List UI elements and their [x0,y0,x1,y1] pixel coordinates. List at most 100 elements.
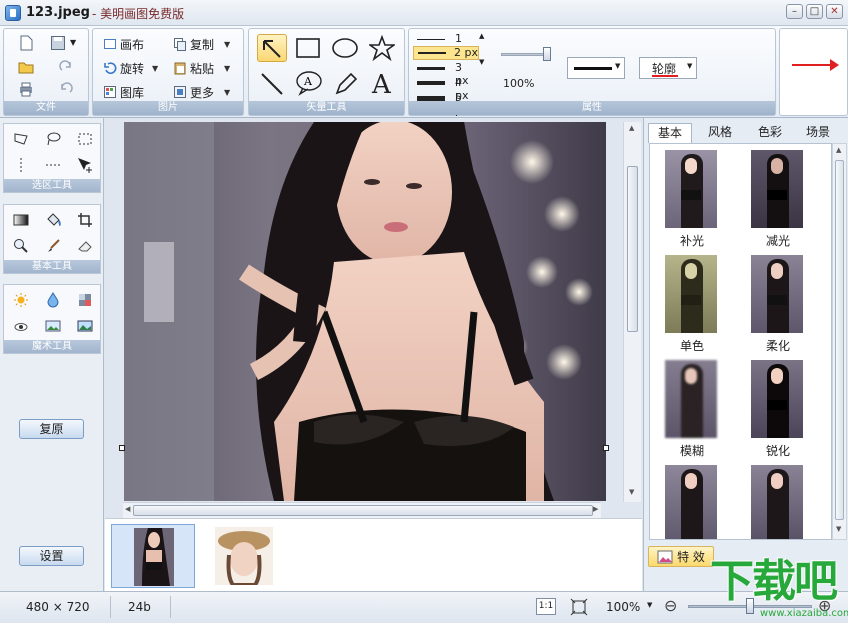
text-tool-icon[interactable]: A [370,69,396,97]
line-width-option-3[interactable]: 3 px [417,61,477,87]
mosaic-tool[interactable] [74,289,96,311]
effect-label: 减光 [765,234,790,248]
effect-extra-1[interactable] [650,461,734,539]
special-effects-button[interactable]: 特 效 [648,546,714,567]
restore-button[interactable]: 复原 [19,419,84,439]
fit-window-icon[interactable] [570,598,588,616]
vertical-select-tool[interactable] [10,154,32,176]
effect-fill-light[interactable]: 补光 [650,146,734,250]
window-file-name: 123.jpeg [26,5,90,20]
more-button[interactable]: 更多 ▼ [173,82,230,102]
frame-tool[interactable] [74,315,96,337]
tab-scene[interactable]: 场景 [796,123,840,143]
resize-handle-left[interactable] [119,445,125,451]
scroll-down-icon[interactable]: ▼ [629,488,634,496]
more-dropdown-icon[interactable]: ▼ [224,88,230,97]
actual-size-button[interactable]: 1:1 [536,598,556,615]
minimize-button[interactable]: – [786,4,803,19]
opacity-slider-thumb[interactable] [543,47,551,61]
scroll-up-icon[interactable]: ▲ [629,124,634,132]
close-button[interactable]: ✕ [826,4,843,19]
saturation-tool[interactable] [42,289,64,311]
line-width-scroll-down-icon[interactable]: ▼ [479,58,484,66]
pencil-tool-icon[interactable] [333,71,359,97]
red-eye-tool[interactable] [10,315,32,337]
line-width-option-1[interactable]: 1 px [417,32,477,58]
library-button[interactable]: 图库 [103,82,144,102]
framed-picture-icon [77,320,93,332]
text-bubble-tool-icon[interactable]: A [295,69,323,97]
line-tool-icon[interactable] [259,71,285,97]
line-width-option-4[interactable]: 4 px [417,76,477,102]
effect-soften[interactable]: 柔化 [736,251,820,355]
copy-button[interactable]: 复制 ▼ [173,34,230,54]
tab-basic[interactable]: 基本 [648,123,692,143]
crop-tool[interactable] [74,209,96,231]
scroll-left-icon[interactable]: ◀ [125,505,130,513]
zoom-value: 100% [606,600,641,614]
canvas-button[interactable]: 画布 [103,34,144,54]
rect-select-tool[interactable] [74,128,96,150]
ellipse-tool-icon[interactable] [331,37,359,59]
arrow-tool-button[interactable] [257,34,287,62]
library-icon [104,86,116,98]
horizontal-select-tool[interactable] [42,154,64,176]
canvas-vertical-scrollbar[interactable]: ▲ ▼ [623,122,641,502]
lasso-polygon-tool[interactable] [10,128,32,150]
zoom-dropdown-icon[interactable]: ▼ [647,601,652,609]
line-width-scroll-up-icon[interactable]: ▲ [479,32,484,40]
arrow-style-preview[interactable] [779,28,848,116]
line-style-dropdown[interactable]: ▼ [567,57,625,79]
paste-button[interactable]: 粘贴 ▼ [173,58,230,78]
tab-style[interactable]: 风格 [698,123,742,143]
maximize-button[interactable]: □ [806,4,823,19]
open-folder-icon[interactable] [18,59,34,75]
effects-scrollbar[interactable]: ▲ ▼ [832,143,847,540]
undo-icon[interactable] [58,81,74,97]
thumbnail-item[interactable] [211,524,295,588]
effect-reduce-light[interactable]: 减光 [736,146,820,250]
gradient-tool[interactable] [10,209,32,231]
horizontal-scroll-thumb[interactable] [133,505,593,516]
rotate-dropdown-icon[interactable]: ▼ [152,64,158,73]
scroll-right-icon[interactable]: ▶ [593,505,598,513]
effects-scroll-up-icon[interactable]: ▲ [836,146,841,154]
brush-tool[interactable] [42,235,64,257]
copy-dropdown-icon[interactable]: ▼ [224,40,230,49]
thumbnail-item-active[interactable] [111,524,195,588]
vertical-scroll-thumb[interactable] [627,166,638,332]
zoom-out-button[interactable]: ⊖ [664,596,677,615]
fill-bucket-tool[interactable] [42,209,64,231]
lasso-tool[interactable] [42,128,64,150]
effects-scroll-thumb[interactable] [835,160,844,520]
star-tool-icon[interactable] [369,35,395,61]
eraser-tool[interactable] [74,235,96,257]
redo-icon[interactable] [58,59,74,75]
effect-extra-2[interactable] [736,461,820,539]
rotate-button[interactable]: 旋转 ▼ [103,58,158,78]
zoom-tool[interactable] [10,235,32,257]
canvas-horizontal-scrollbar[interactable]: ◀ ▶ [123,502,601,518]
effect-sharpen[interactable]: 锐化 [736,356,820,460]
brightness-tool[interactable] [10,289,32,311]
thumbnail-strip [105,518,642,591]
line-width-list[interactable]: 1 px 2 px 3 px 4 px 5 px [411,30,491,117]
save-dropdown-icon[interactable]: ▼ [70,38,76,47]
paste-dropdown-icon[interactable]: ▼ [224,64,230,73]
tab-color[interactable]: 色彩 [748,123,792,143]
effect-blur[interactable]: 模糊 [650,356,734,460]
arrow-icon [263,40,281,58]
resize-handle-right[interactable] [603,445,609,451]
effects-scroll-down-icon[interactable]: ▼ [836,525,841,533]
rectangle-tool-icon[interactable] [295,37,321,59]
settings-button[interactable]: 设置 [19,546,84,566]
landscape-tool[interactable] [42,315,64,337]
new-file-icon[interactable] [18,35,34,51]
outline-dropdown[interactable]: 轮廓 ▼ [639,57,697,79]
canvas-image[interactable] [124,122,606,501]
effect-monochrome[interactable]: 单色 [650,251,734,355]
move-tool[interactable] [74,154,96,176]
print-icon[interactable] [18,81,34,97]
save-icon[interactable] [50,35,66,51]
line-width-option-2[interactable]: 2 px [413,46,479,60]
